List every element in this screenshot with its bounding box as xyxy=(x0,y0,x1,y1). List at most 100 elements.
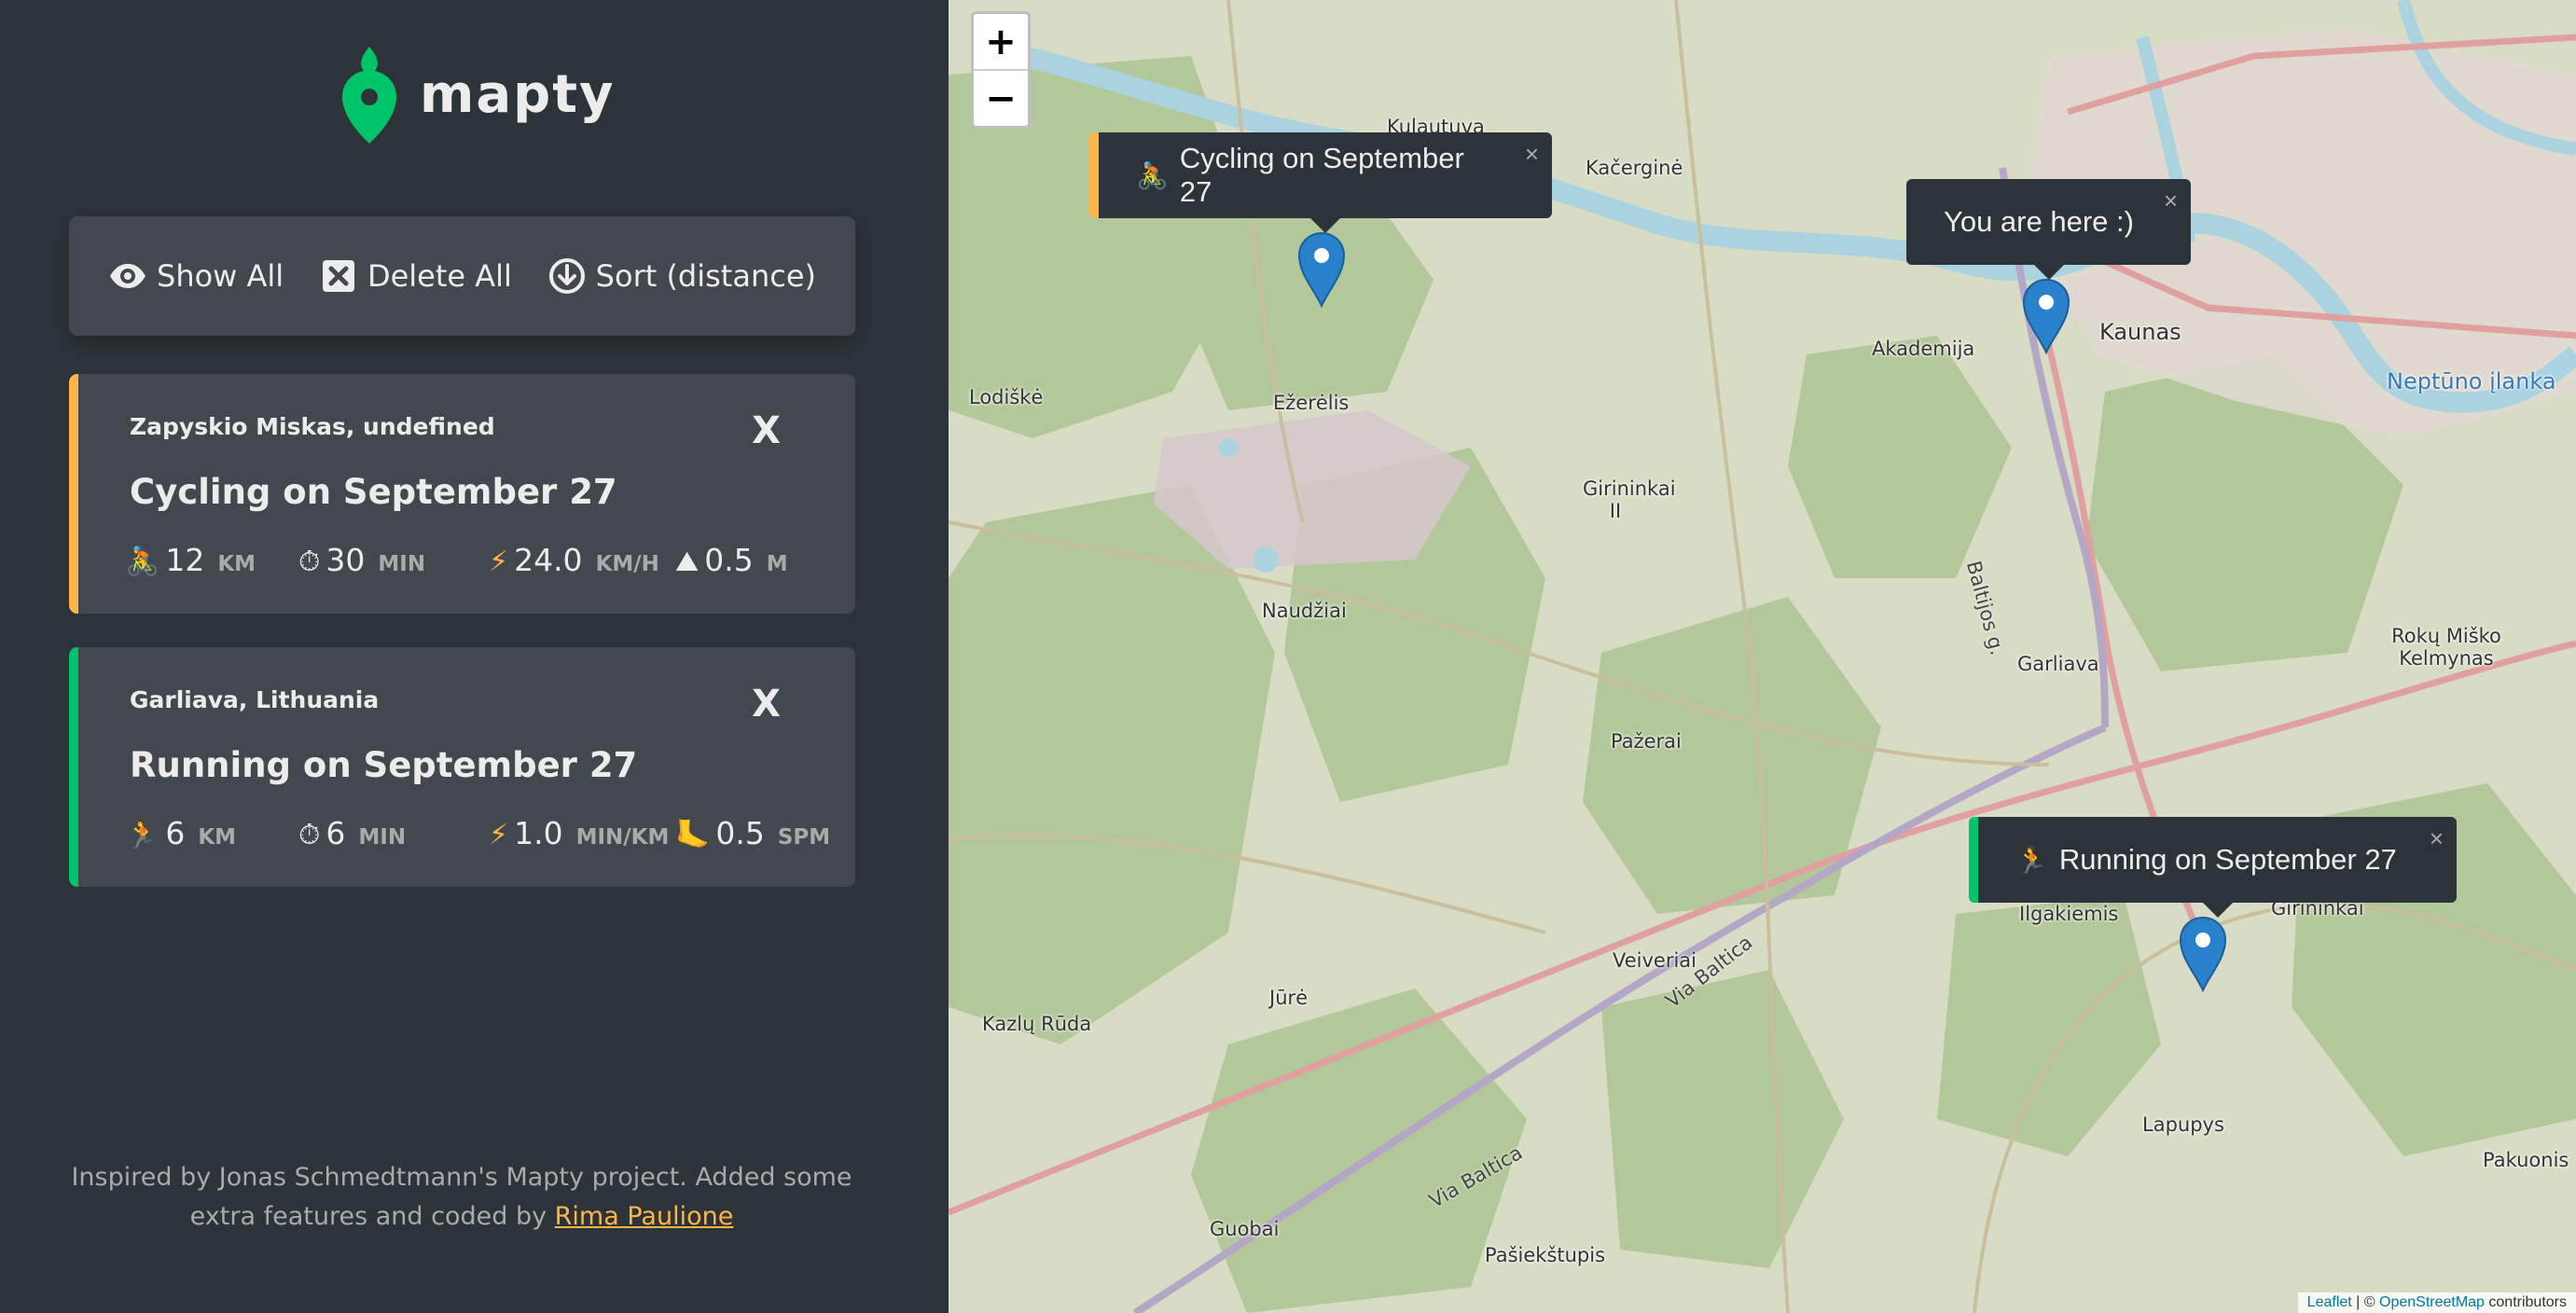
eye-icon xyxy=(110,264,145,288)
cyclist-icon: 🚴 xyxy=(1136,160,1169,190)
sidebar: mapty Show All Delete All Sort (distance… xyxy=(0,0,949,1313)
zoom-in-button[interactable]: + xyxy=(974,14,1028,69)
map-label: Akademija xyxy=(1872,338,1975,360)
popup-text: You are here :) xyxy=(1944,205,2134,238)
duration-unit: MIN xyxy=(358,825,407,850)
workout-elevation: ⛰ 0.5 M xyxy=(675,542,788,578)
lightning-icon: ⚡ xyxy=(489,546,509,578)
workout-location: Zapyskio Miskas, undefined xyxy=(130,413,495,440)
zoom-out-button[interactable]: − xyxy=(974,69,1028,126)
footprint-icon: 🦶 xyxy=(675,819,711,851)
map-marker-cycling[interactable] xyxy=(1297,231,1346,308)
distance-unit: KM xyxy=(198,825,237,850)
delete-box-icon xyxy=(322,260,354,292)
map-label: Garliava xyxy=(2017,653,2099,675)
distance-value: 6 xyxy=(165,815,186,851)
elevation-unit: M xyxy=(766,552,788,576)
map-label: Neptūno įlanka xyxy=(2387,368,2556,394)
map-marker-running[interactable] xyxy=(2179,916,2227,992)
footer-text: Inspired by Jonas Schmedtmann's Mapty pr… xyxy=(71,1163,852,1231)
map-pin-logo-icon xyxy=(341,47,397,144)
map-label: Pašiekštupis xyxy=(1485,1244,1606,1266)
attribution-separator: | © xyxy=(2351,1294,2379,1310)
popup-close-button[interactable]: × xyxy=(2430,824,2444,853)
workout-toolbar: Show All Delete All Sort (distance) xyxy=(69,216,855,336)
workout-card-running[interactable]: Garliava, Lithuania X Running on Septemb… xyxy=(69,647,855,887)
sort-button[interactable]: Sort (distance) xyxy=(547,256,816,296)
workout-card-cycling[interactable]: Zapyskio Miskas, undefined X Cycling on … xyxy=(69,374,855,614)
map-label: Lodiškė xyxy=(969,386,1044,408)
delete-all-button[interactable]: Delete All xyxy=(319,256,512,296)
workout-title: Cycling on September 27 xyxy=(130,472,617,512)
map-label: Girininkai II xyxy=(1583,477,1676,522)
mountain-icon: ⛰ xyxy=(675,546,699,578)
distance-unit: KM xyxy=(217,552,256,576)
cadence-unit: SPM xyxy=(777,825,831,850)
stopwatch-icon: ⏱ xyxy=(298,819,321,851)
workout-title: Running on September 27 xyxy=(130,745,638,785)
show-all-button[interactable]: Show All xyxy=(108,256,284,296)
workout-duration: ⏱ 6 MIN xyxy=(298,815,406,851)
show-all-label: Show All xyxy=(157,258,284,294)
popup-you-are-here: You are here :) × xyxy=(1906,179,2191,280)
workout-pace: ⚡ 1.0 MIN/KM xyxy=(489,815,669,851)
map-label: Pažerai xyxy=(1611,730,1682,753)
speed-value: 24.0 xyxy=(514,542,583,578)
lightning-icon: ⚡ xyxy=(489,819,509,851)
workout-duration: ⏱ 30 MIN xyxy=(298,542,425,578)
openstreetmap-link[interactable]: OpenStreetMap xyxy=(2379,1294,2485,1310)
runner-icon: 🏃 xyxy=(2015,845,2048,875)
elevation-value: 0.5 xyxy=(704,542,754,578)
popup-tip xyxy=(2200,901,2235,918)
workout-cadence: 🦶 0.5 SPM xyxy=(675,815,830,851)
map-label: Rokų Miško Kelmynas xyxy=(2391,625,2501,670)
delete-workout-button[interactable]: X xyxy=(752,683,781,726)
map-label: Guobai xyxy=(1210,1218,1280,1240)
distance-value: 12 xyxy=(165,542,205,578)
logo: mapty xyxy=(339,43,616,145)
map-label: Pakuonis xyxy=(2483,1149,2569,1171)
map-label: Veiveriai xyxy=(1613,949,1697,972)
workout-details: 🚴 12 KM ⏱ 30 MIN ⚡ 24.0 KM/H ⛰ 0.5 M xyxy=(125,542,852,588)
delete-all-label: Delete All xyxy=(367,258,512,294)
sort-down-icon xyxy=(548,258,585,294)
zoom-control: + − xyxy=(971,11,1031,129)
map-label: Kazlų Rūda xyxy=(982,1013,1092,1035)
map-label: Lapupys xyxy=(2142,1113,2224,1136)
map-label: Naudžiai xyxy=(1262,600,1347,622)
popup-tip xyxy=(2031,263,2066,280)
popup-running: 🏃 Running on September 27 × xyxy=(1969,817,2457,918)
duration-value: 30 xyxy=(325,542,366,578)
sort-label: Sort (distance) xyxy=(595,258,816,294)
workout-distance: 🚴 12 KM xyxy=(125,542,256,578)
map-marker-current-location[interactable] xyxy=(2022,278,2070,354)
map-label: Ilgakiemis xyxy=(2019,903,2119,925)
popup-text: Cycling on September 27 xyxy=(1179,142,1464,208)
popup-close-button[interactable]: × xyxy=(1525,140,1539,169)
popup-tip xyxy=(1309,216,1342,233)
stopwatch-icon: ⏱ xyxy=(298,546,321,578)
popup-text: Running on September 27 xyxy=(2058,843,2397,876)
author-link[interactable]: Rima Paulione xyxy=(555,1202,734,1231)
speed-unit: KM/H xyxy=(595,552,659,576)
workout-details: 🏃 6 KM ⏱ 6 MIN ⚡ 1.0 MIN/KM 🦶 0.5 SPM xyxy=(125,815,852,862)
delete-workout-button[interactable]: X xyxy=(752,409,781,452)
footer-credit: Inspired by Jonas Schmedtmann's Mapty pr… xyxy=(56,1158,867,1237)
map-attribution: Leaflet | © OpenStreetMap contributors xyxy=(2297,1292,2576,1313)
workout-location: Garliava, Lithuania xyxy=(130,686,380,713)
map[interactable]: + − Kulautuva Kačerginė Akademija Kaunas… xyxy=(949,0,2576,1313)
map-label: Ežerėlis xyxy=(1273,392,1350,414)
runner-icon: 🏃 xyxy=(125,819,160,851)
workout-distance: 🏃 6 KM xyxy=(125,815,236,851)
popup-cycling: 🚴 Cycling on September 27 × xyxy=(1089,132,1552,233)
leaflet-link[interactable]: Leaflet xyxy=(2307,1294,2352,1310)
popup-close-button[interactable]: × xyxy=(2164,187,2178,215)
pace-unit: MIN/KM xyxy=(575,825,670,850)
workout-speed: ⚡ 24.0 KM/H xyxy=(489,542,659,578)
logo-text: mapty xyxy=(420,63,616,125)
duration-value: 6 xyxy=(325,815,346,851)
map-label: Kaunas xyxy=(2099,319,2181,345)
cadence-value: 0.5 xyxy=(715,815,765,851)
duration-unit: MIN xyxy=(378,552,426,576)
map-label: Kačerginė xyxy=(1586,157,1683,179)
